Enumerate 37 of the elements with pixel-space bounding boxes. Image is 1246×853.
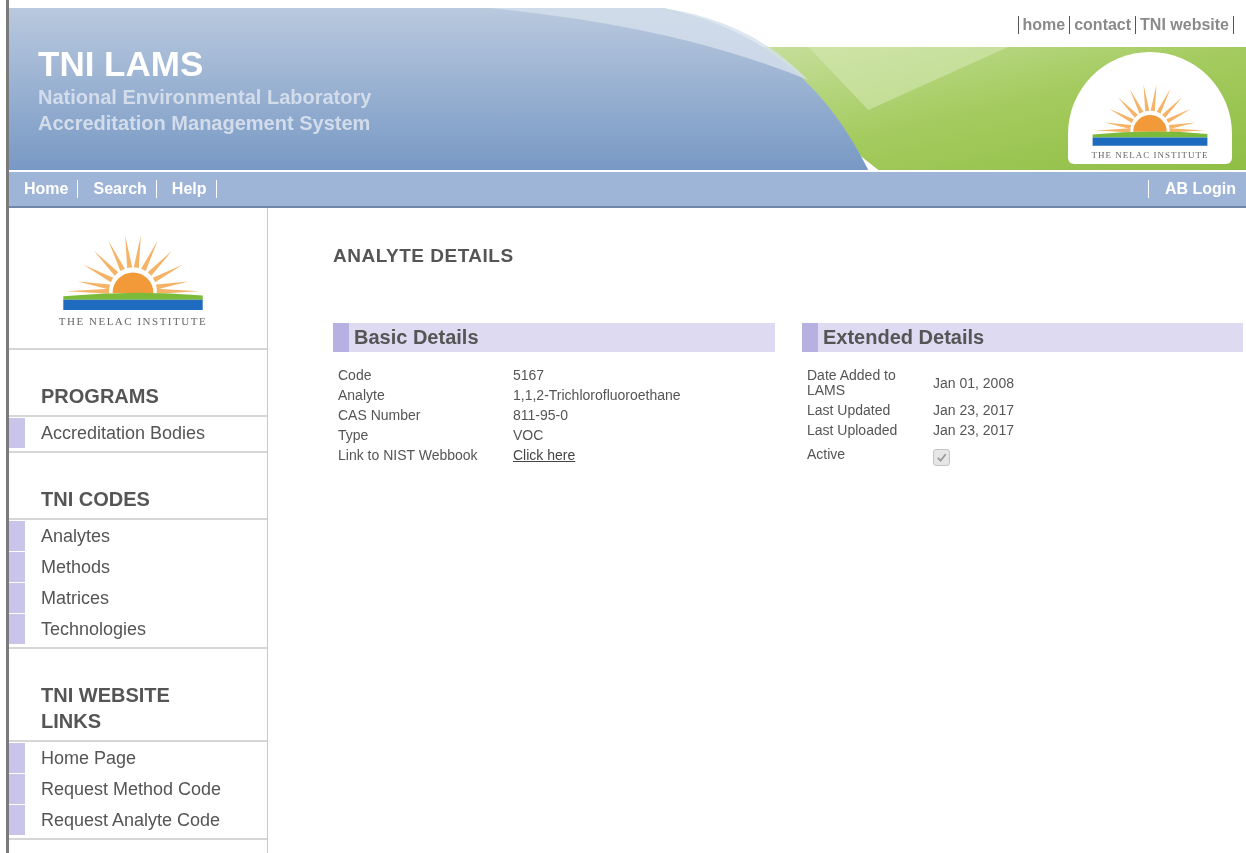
field-label: Last Uploaded [807,423,899,438]
sidebar-link[interactable]: Request Method Code [9,774,267,804]
site-subtitle: National Environmental Laboratory [38,85,372,110]
field-label: CAS Number [338,408,422,423]
checkmark-icon [936,452,947,463]
field-label: Link to NIST Webbook [338,448,479,463]
field-value: 1,1,2-Trichlorofluoroethane [513,388,681,403]
section-header: Extended Details [802,323,1243,352]
sidebar-link[interactable]: Analytes [9,521,267,551]
field-value: Jan 01, 2008 [933,375,1014,391]
field-value: VOC [513,428,544,443]
field-value: Jan 23, 2017 [933,403,1014,418]
field-label: Analyte [338,388,386,403]
field-label: Code [338,368,373,383]
field-value: Jan 23, 2017 [933,423,1014,438]
field-value: 5167 [513,368,545,383]
sidebar-link[interactable]: Technologies [9,614,267,644]
site-subtitle: Accreditation Management System [38,111,371,136]
webbook-link[interactable]: Click here [513,448,576,463]
field-label: Type [338,428,370,443]
field-label: Date Added to LAMS [807,368,897,398]
sidebar-link[interactable]: Accreditation Bodies [9,418,267,448]
logo-caption: THE NELAC INSTITUTE [58,314,208,327]
sidebar-link[interactable]: Request Analyte Code [9,805,267,835]
site-title: TNI LAMS [38,44,204,84]
section-heading: TNI CODES [9,453,267,520]
field-label: Active [807,447,847,462]
sidebar-link[interactable]: Matrices [9,583,267,613]
sidebar-link[interactable]: Methods [9,552,267,582]
section-header: Basic Details [333,323,775,352]
field-label: Last Updated [807,403,892,418]
page-heading: ANALYTE DETAILS [333,245,515,267]
sidebar-link[interactable]: Home Page [9,743,267,773]
field-value: 811-95-0 [513,408,568,423]
section-heading: PROGRAMS [9,350,267,417]
section-heading: TNI WEBSITE LINKS [9,649,267,742]
logo-caption: THE NELAC INSTITUTE [1091,150,1209,160]
